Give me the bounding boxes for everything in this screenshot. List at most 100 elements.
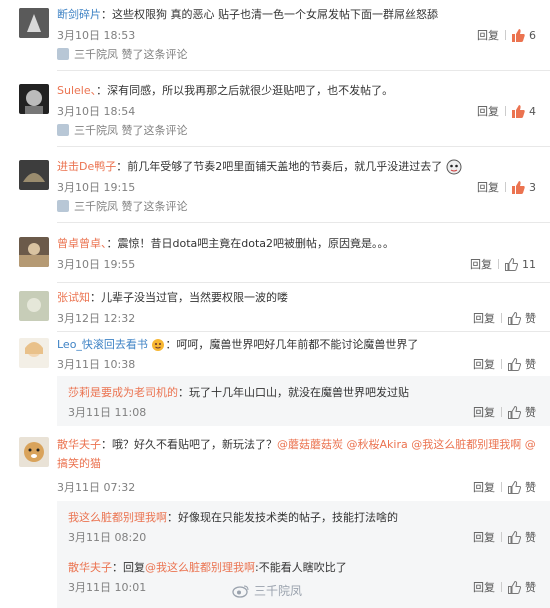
- reply-button[interactable]: 回复: [473, 479, 495, 495]
- reply-button[interactable]: 回复: [477, 103, 499, 119]
- sub-reply-text: 莎莉是要成为老司机的：玩了十几年山口山，就没在魔兽世界吧发过贴: [68, 386, 409, 399]
- like-button[interactable]: 赞: [508, 310, 536, 326]
- comment-actions: 回复 11: [470, 256, 536, 272]
- reply-button[interactable]: 回复: [473, 356, 495, 372]
- like-button[interactable]: 赞: [508, 356, 536, 372]
- sub-reply-text: 我这么脏都别理我啊：好像现在只能发技术类的帖子，技能打法啥的: [68, 511, 398, 524]
- divider: [501, 532, 502, 542]
- like-button[interactable]: 赞: [508, 579, 536, 595]
- avatar[interactable]: [19, 437, 49, 467]
- comment-text: 张试知：儿辈子没当过官，当然要权限一波的喽: [57, 291, 288, 304]
- emoji-icon: [446, 159, 462, 175]
- mention-links[interactable]: @蘑菇蘑菇炭 @秋桜Akira @我这么脏都别理我啊 @: [277, 438, 536, 451]
- liked-by: 三千院凤 赞了这条评论: [57, 46, 188, 62]
- thumbs-up-icon: [508, 580, 521, 594]
- comment-text-line2: 搞笑的猫: [57, 455, 538, 472]
- avatar[interactable]: [19, 237, 49, 267]
- mention-link[interactable]: 搞笑的猫: [57, 457, 101, 470]
- reply-button[interactable]: 回复: [470, 256, 492, 272]
- comment-username[interactable]: Leo_快滚回去看书: [57, 338, 148, 351]
- like-button[interactable]: 赞: [508, 404, 536, 420]
- divider: [501, 482, 502, 492]
- reply-button[interactable]: 回复: [473, 529, 495, 545]
- thumbs-up-icon: [512, 104, 525, 118]
- like-button[interactable]: 11: [505, 257, 536, 271]
- mention-link[interactable]: @我这么脏都别理我啊: [145, 561, 255, 574]
- avatar[interactable]: [19, 291, 49, 321]
- like-count: 赞: [525, 358, 536, 371]
- avatar: [57, 48, 69, 60]
- weibo-logo-icon: [232, 585, 249, 598]
- comment-time: 3月12日 12:32: [57, 312, 136, 325]
- comment-actions: 回复 赞: [473, 479, 536, 495]
- thumbs-up-icon: [508, 357, 521, 371]
- sub-reply-username[interactable]: 散华夫子: [68, 561, 112, 574]
- comment-username[interactable]: Sulele、: [57, 84, 96, 97]
- like-count: 赞: [525, 312, 536, 325]
- divider: [57, 282, 550, 283]
- avatar[interactable]: [19, 8, 49, 38]
- divider: [57, 222, 550, 223]
- thumbs-up-icon: [508, 311, 521, 325]
- comment-username[interactable]: 曾卓曾卓、: [57, 237, 107, 250]
- divider: [501, 407, 502, 417]
- sub-reply-username[interactable]: 莎莉是要成为老司机的: [68, 386, 178, 399]
- comment-text: 断剑碎片：这些权限狗 真的恶心 贴子也清一色一个女屌发帖下面一群屌丝怒舔: [57, 8, 438, 21]
- like-count: 6: [529, 28, 536, 42]
- like-button[interactable]: 赞: [508, 479, 536, 495]
- like-button[interactable]: 3: [512, 180, 536, 194]
- thumbs-up-icon: [512, 28, 525, 42]
- like-count: 赞: [525, 406, 536, 419]
- comment-text: Sulele、：深有同感，所以我再那之后就很少逛贴吧了，也不发帖了。: [57, 84, 394, 97]
- reply-button[interactable]: 回复: [473, 404, 495, 420]
- comment-time: 3月10日 19:55: [57, 258, 136, 271]
- comment-text: 曾卓曾卓、：震惊！昔日dota吧主竟在dota2吧被删帖，原因竟是。。。: [57, 237, 395, 250]
- avatar[interactable]: [19, 160, 49, 190]
- comment-username[interactable]: 断剑碎片: [57, 8, 101, 21]
- sub-reply-text: 散华夫子：回复@我这么脏都别理我啊:不能看人瞎吹比了: [68, 561, 347, 574]
- avatar: [57, 124, 69, 136]
- sub-reply-time: 3月11日 11:08: [68, 406, 147, 419]
- watermark: 三千院凤: [232, 582, 302, 599]
- thumbs-up-icon: [512, 180, 525, 194]
- reply-button[interactable]: 回复: [477, 27, 499, 43]
- sub-reply-username[interactable]: 我这么脏都别理我啊: [68, 511, 167, 524]
- comment-text: 进击De鸭子：前几年受够了节奏2吧里面铺天盖地的节奏后，就几乎没进过去了: [57, 158, 538, 175]
- like-button[interactable]: 6: [512, 28, 536, 42]
- like-count: 赞: [525, 531, 536, 544]
- comment-username[interactable]: 散华夫子: [57, 438, 101, 451]
- liked-by: 三千院凤 赞了这条评论: [57, 122, 188, 138]
- avatar[interactable]: [19, 338, 49, 368]
- comment-time: 3月10日 18:53: [57, 29, 136, 42]
- comment-text: 散华夫子：哦？好久不看贴吧了，新玩法了？@蘑菇蘑菇炭 @秋桜Akira @我这么…: [57, 438, 536, 451]
- comment-username[interactable]: 进击De鸭子: [57, 160, 116, 173]
- reply-button[interactable]: 回复: [477, 179, 499, 195]
- sub-reply-actions: 回复 赞: [473, 529, 536, 545]
- divider: [498, 259, 499, 269]
- avatar[interactable]: [19, 84, 49, 114]
- like-button[interactable]: 赞: [508, 529, 536, 545]
- comment-actions: 回复 赞: [473, 310, 536, 326]
- comment-username[interactable]: 张试知: [57, 291, 90, 304]
- divider: [501, 313, 502, 323]
- comment-actions: 回复 赞: [473, 356, 536, 372]
- sub-reply-actions: 回复 赞: [473, 579, 536, 595]
- reply-button[interactable]: 回复: [473, 579, 495, 595]
- sub-reply-time: 3月11日 10:01: [68, 581, 147, 594]
- sub-reply-time: 3月11日 08:20: [68, 531, 147, 544]
- like-button[interactable]: 4: [512, 104, 536, 118]
- sub-reply-actions: 回复 赞: [473, 404, 536, 420]
- divider: [505, 106, 506, 116]
- divider: [57, 146, 550, 147]
- reply-button[interactable]: 回复: [473, 310, 495, 326]
- comment-thread: 断剑碎片：这些权限狗 真的恶心 贴子也清一色一个女屌发帖下面一群屌丝怒舔 3月1…: [0, 0, 550, 608]
- divider: [57, 331, 550, 332]
- comment-actions: 回复 3: [477, 179, 536, 195]
- like-count: 11: [522, 257, 536, 271]
- comment-time: 3月11日 07:32: [57, 481, 136, 494]
- divider: [505, 30, 506, 40]
- emoji-icon: [152, 339, 165, 351]
- comment-time: 3月11日 10:38: [57, 358, 136, 371]
- comment-actions: 回复 4: [477, 103, 536, 119]
- divider: [57, 70, 550, 71]
